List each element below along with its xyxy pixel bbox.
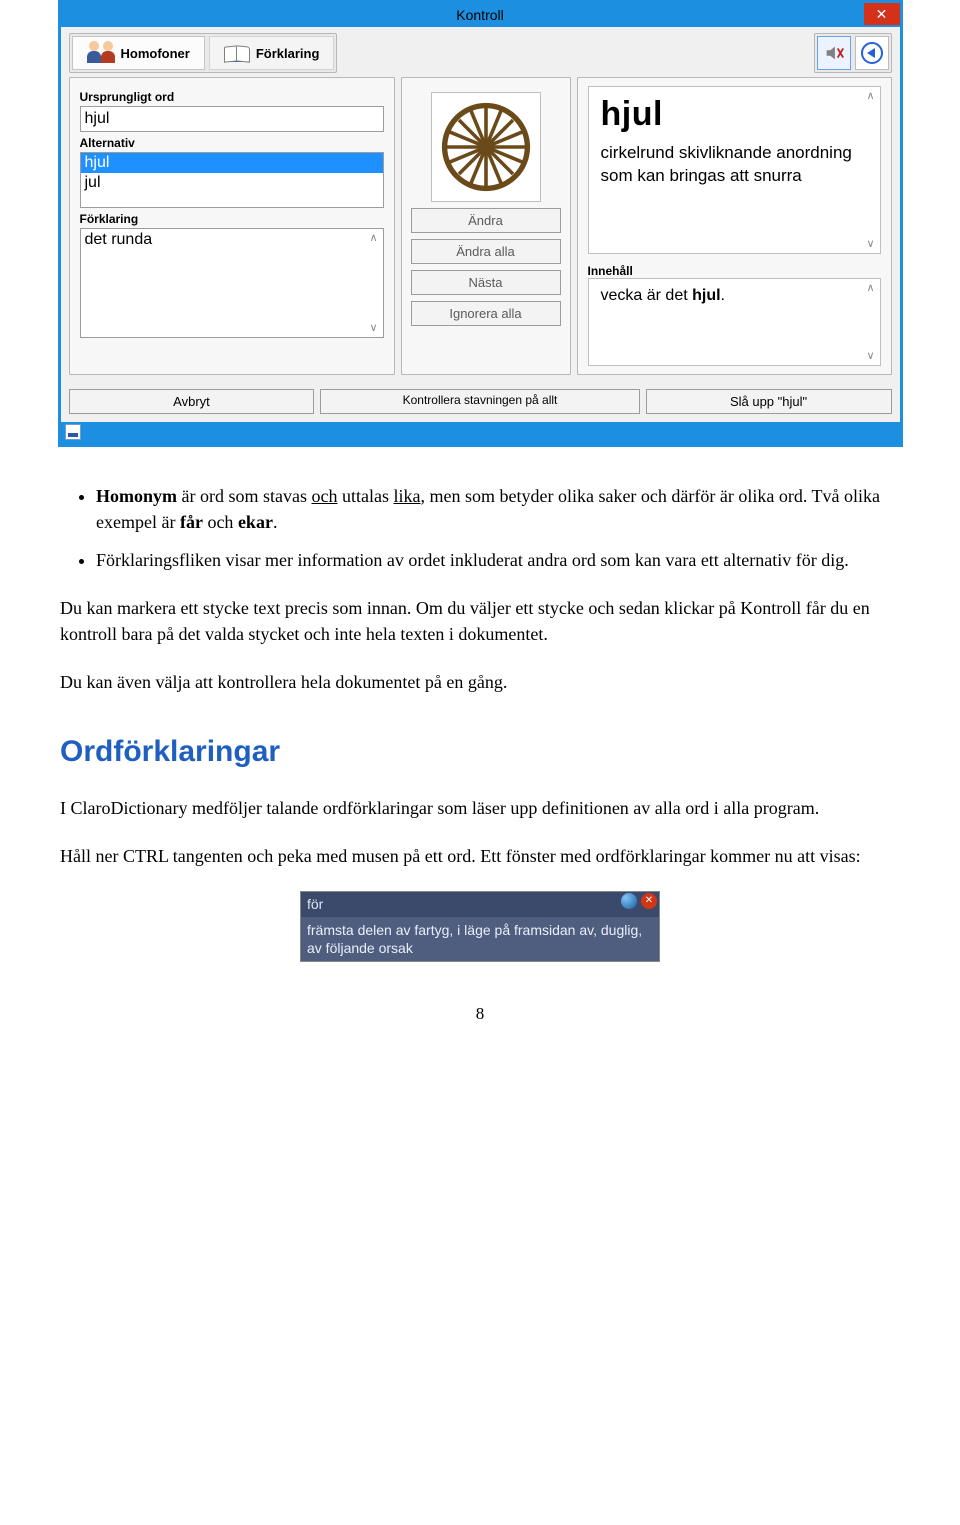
wheel-image [431, 92, 541, 202]
page-number: 8 [60, 1002, 900, 1027]
andra-alla-button[interactable]: Ändra alla [411, 239, 561, 264]
dialog-title: Kontroll [456, 7, 503, 23]
ursprungligt-input[interactable]: hjul [80, 106, 384, 132]
people-icon [87, 43, 115, 63]
speaker-mute-icon [823, 42, 845, 64]
definition-text: cirkelrund skivliknande anordning som ka… [601, 142, 868, 188]
paragraph: Du kan markera ett stycke text precis so… [60, 595, 900, 647]
list-item[interactable]: jul [81, 173, 383, 193]
tooltip-body: främsta delen av fartyg, i läge på frams… [301, 917, 659, 961]
tab-bar: Homofoner Förklaring [69, 33, 338, 73]
label-innehall: Innehåll [588, 264, 881, 278]
forklaring-value: det runda [85, 231, 153, 248]
scroll-up-icon[interactable]: ∧ [864, 281, 878, 295]
label-alternativ: Alternativ [80, 136, 384, 150]
book-icon [224, 44, 250, 62]
definition-word: hjul [601, 95, 868, 134]
tab-label: Homofoner [121, 46, 190, 61]
bullet-homonym: Homonym är ord som stavas och uttalas li… [96, 483, 900, 535]
mute-button[interactable] [817, 36, 851, 70]
bullet-forklaring: Förklaringsfliken visar mer information … [96, 547, 900, 573]
close-icon[interactable]: ✕ [864, 3, 900, 25]
tooltip-word: för [307, 896, 323, 912]
back-icon [861, 42, 883, 64]
document-body: Homonym är ord som stavas och uttalas li… [60, 483, 900, 1027]
andra-button[interactable]: Ändra [411, 208, 561, 233]
sla-upp-button[interactable]: Slå upp "hjul" [646, 389, 892, 414]
close-icon[interactable] [641, 893, 657, 909]
back-button[interactable] [855, 36, 889, 70]
scroll-down-icon[interactable]: ∨ [864, 237, 878, 251]
kontrollera-button[interactable]: Kontrollera stavningen på allt [320, 389, 639, 414]
tab-label: Förklaring [256, 46, 320, 61]
context-text: vecka är det hjul. [601, 287, 726, 304]
context-block: ∧ ∨ vecka är det hjul. [588, 278, 881, 366]
dialog-footer [61, 422, 900, 444]
tooltip-header: för [301, 892, 659, 916]
document-icon[interactable] [65, 424, 81, 440]
left-panel: Ursprungligt ord hjul Alternativ hjul ju… [69, 77, 395, 375]
heading-ordforklaringar: Ordförklaringar [60, 730, 900, 774]
forklaring-textarea[interactable]: det runda ∧ ∨ [80, 228, 384, 338]
tab-forklaring[interactable]: Förklaring [209, 36, 335, 70]
right-panel: ∧ ∨ hjul cirkelrund skivliknande anordni… [577, 77, 892, 375]
paragraph: Du kan även välja att kontrollera hela d… [60, 669, 900, 695]
nasta-button[interactable]: Nästa [411, 270, 561, 295]
scroll-up-icon[interactable]: ∧ [864, 89, 878, 103]
toolbar-group [814, 33, 892, 73]
scroll-down-icon[interactable]: ∨ [864, 349, 878, 363]
scroll-down-icon[interactable]: ∨ [367, 321, 381, 335]
globe-icon[interactable] [621, 893, 637, 909]
ignorera-alla-button[interactable]: Ignorera alla [411, 301, 561, 326]
alternativ-list[interactable]: hjul jul [80, 152, 384, 208]
tab-homofoner[interactable]: Homofoner [72, 36, 205, 70]
list-item[interactable]: hjul [81, 153, 383, 173]
paragraph: Håll ner CTRL tangenten och peka med mus… [60, 843, 900, 869]
label-ursprungligt: Ursprungligt ord [80, 90, 384, 104]
scroll-up-icon[interactable]: ∧ [367, 231, 381, 245]
label-forklaring: Förklaring [80, 212, 384, 226]
definition-block: ∧ ∨ hjul cirkelrund skivliknande anordni… [588, 86, 881, 254]
kontroll-dialog: Kontroll ✕ Homofoner Förklaring [58, 0, 903, 447]
mid-panel: Ändra Ändra alla Nästa Ignorera alla [401, 77, 571, 375]
definition-tooltip: för främsta delen av fartyg, i läge på f… [300, 891, 660, 962]
titlebar: Kontroll ✕ [61, 3, 900, 27]
avbryt-button[interactable]: Avbryt [69, 389, 315, 414]
paragraph: I ClaroDictionary medföljer talande ordf… [60, 795, 900, 821]
